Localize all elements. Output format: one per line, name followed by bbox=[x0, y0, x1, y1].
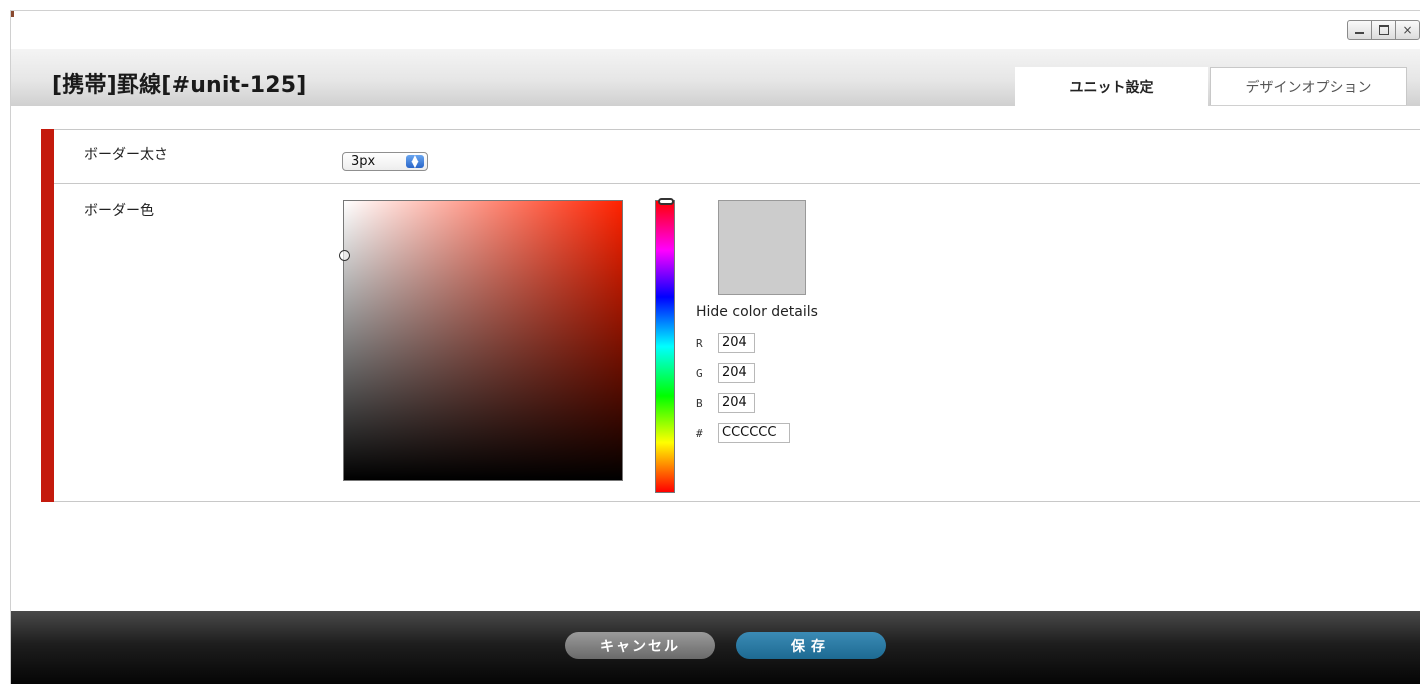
hide-color-details-link[interactable]: Hide color details bbox=[696, 304, 818, 320]
hue-slider-handle[interactable] bbox=[658, 198, 674, 205]
settings-form: ボーダー太さ 3px ▲ ▼ ボーダー色 Hide color details R… bbox=[41, 129, 1420, 502]
maximize-icon bbox=[1378, 25, 1389, 35]
form-divider bbox=[54, 501, 1420, 502]
minimize-icon bbox=[1355, 32, 1364, 34]
hex-label: # bbox=[696, 426, 703, 440]
close-button[interactable]: × bbox=[1396, 21, 1419, 39]
window-controls: × bbox=[1347, 20, 1420, 40]
green-channel-input[interactable]: 204 bbox=[718, 363, 755, 383]
tab-unit-settings[interactable]: ユニット設定 bbox=[1015, 67, 1208, 106]
blue-channel-label: B bbox=[696, 396, 703, 410]
red-channel-label: R bbox=[696, 336, 703, 350]
section-accent-bar bbox=[41, 129, 54, 502]
saturation-value-picker[interactable] bbox=[339, 200, 623, 481]
blue-channel-row: B 204 bbox=[696, 393, 755, 413]
unit-settings-dialog: × [携帯]罫線[#unit-125] ユニット設定 デザインオプション ボーダ… bbox=[10, 10, 1420, 684]
form-divider bbox=[54, 129, 1420, 130]
hex-row: # CCCCCC bbox=[696, 423, 790, 443]
updown-arrows-icon: ▲ ▼ bbox=[406, 154, 424, 169]
border-color-label: ボーダー色 bbox=[84, 203, 154, 219]
border-width-select[interactable]: 3px ▲ ▼ bbox=[342, 152, 428, 171]
picker-cursor[interactable] bbox=[339, 250, 350, 261]
tab-design-options[interactable]: デザインオプション bbox=[1210, 67, 1407, 105]
minimize-button[interactable] bbox=[1348, 21, 1372, 39]
cancel-button[interactable]: キャンセル bbox=[565, 632, 715, 659]
page-title: [携帯]罫線[#unit-125] bbox=[52, 73, 307, 98]
color-preview-swatch bbox=[718, 200, 806, 295]
hex-input[interactable]: CCCCCC bbox=[718, 423, 790, 443]
border-width-value: 3px bbox=[351, 154, 376, 169]
border-width-label: ボーダー太さ bbox=[84, 147, 168, 163]
form-divider bbox=[54, 183, 1420, 184]
dialog-footer: キャンセル 保存 bbox=[11, 611, 1420, 684]
green-channel-label: G bbox=[696, 366, 703, 380]
dialog-header: [携帯]罫線[#unit-125] ユニット設定 デザインオプション bbox=[11, 49, 1420, 106]
save-button[interactable]: 保存 bbox=[736, 632, 886, 659]
blue-channel-input[interactable]: 204 bbox=[718, 393, 755, 413]
red-channel-row: R 204 bbox=[696, 333, 755, 353]
green-channel-row: G 204 bbox=[696, 363, 755, 383]
corner-marker bbox=[11, 11, 14, 17]
maximize-button[interactable] bbox=[1372, 21, 1396, 39]
close-icon: × bbox=[1402, 23, 1413, 37]
hue-slider[interactable] bbox=[655, 198, 675, 493]
red-channel-input[interactable]: 204 bbox=[718, 333, 755, 353]
